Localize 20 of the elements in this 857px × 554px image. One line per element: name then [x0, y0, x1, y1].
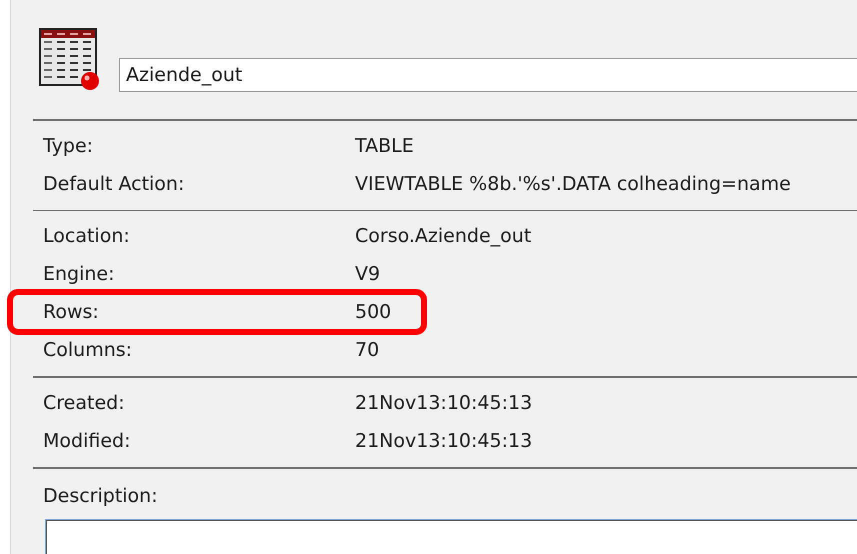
- property-label: Rows:: [42, 301, 100, 324]
- property-value: 70: [355, 339, 380, 362]
- property-label: Location:: [42, 225, 131, 248]
- property-label: Columns:: [42, 339, 134, 362]
- property-value: 21Nov13:10:45:13: [355, 392, 532, 414]
- property-label: Type:: [42, 134, 94, 157]
- property-label: Created:: [42, 392, 126, 414]
- property-value: VIEWTABLE %8b.'%s'.DATA colheading=name: [355, 172, 791, 195]
- property-label: Engine:: [42, 263, 116, 286]
- property-value: 21Nov13:10:45:13: [355, 430, 532, 452]
- property-label: Default Action:: [42, 172, 186, 195]
- property-value: TABLE: [355, 134, 414, 157]
- description-field[interactable]: [45, 518, 857, 554]
- table-icon: [39, 28, 101, 92]
- name-field[interactable]: Aziende_out: [119, 58, 857, 92]
- property-value: 500: [355, 301, 392, 324]
- property-value: V9: [355, 263, 380, 286]
- property-value: Corso.Aziende_out: [355, 225, 532, 248]
- property-label: Modified:: [42, 430, 132, 452]
- description-label: Description:: [42, 484, 159, 507]
